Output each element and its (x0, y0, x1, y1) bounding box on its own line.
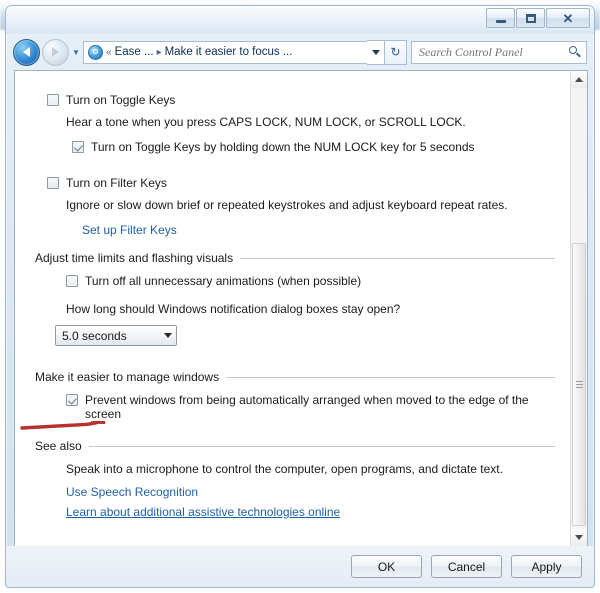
apply-button[interactable]: Apply (511, 555, 582, 578)
search-icon (568, 45, 582, 59)
toggle-keys-description: Hear a tone when you press CAPS LOCK, NU… (66, 115, 466, 129)
prevent-arrange-label: Prevent windows from being automatically… (85, 393, 529, 421)
address-bar[interactable]: « Ease ... ▸ Make it easier to focus ... (83, 40, 367, 64)
toggle-keys-numlock-row[interactable]: Turn on Toggle Keys by holding down the … (72, 140, 559, 154)
ok-button[interactable]: OK (351, 555, 422, 578)
breadcrumb-overflow-icon[interactable]: « (103, 47, 115, 58)
chevron-down-icon (575, 535, 583, 540)
scrollbar-grip-icon (576, 380, 583, 389)
assistive-technologies-link[interactable]: Learn about additional assistive technol… (66, 505, 340, 519)
title-bar: ✕ (6, 6, 594, 34)
see-also-section-header: See also (35, 439, 559, 453)
breadcrumb-item-current[interactable]: Make it easier to focus ... (165, 46, 293, 58)
setup-filter-keys-row: Set up Filter Keys (82, 223, 559, 237)
close-icon: ✕ (562, 10, 574, 26)
manage-windows-heading: Make it easier to manage windows (35, 370, 220, 384)
animations-checkbox[interactable] (66, 275, 78, 287)
time-limits-heading: Adjust time limits and flashing visuals (35, 251, 234, 265)
filter-keys-description: Ignore or slow down brief or repeated ke… (66, 198, 508, 212)
maximize-button[interactable] (516, 8, 545, 28)
cancel-button[interactable]: Cancel (431, 555, 502, 578)
prevent-arrange-checkbox[interactable] (66, 394, 78, 406)
section-divider (88, 445, 555, 447)
dialog-button-bar: OK Cancel Apply (6, 546, 594, 587)
notification-duration-question: How long should Windows notification dia… (66, 302, 401, 316)
forward-button[interactable] (42, 38, 69, 66)
window-controls: ✕ (486, 8, 590, 28)
animations-row[interactable]: Turn off all unnecessary animations (whe… (66, 274, 559, 288)
toggle-keys-label: Turn on Toggle Keys (66, 93, 176, 107)
address-bar-dropdown-button[interactable] (367, 39, 384, 65)
breadcrumb-separator-icon[interactable]: ▸ (154, 47, 165, 58)
notification-duration-select[interactable]: 5.0 seconds (55, 325, 177, 346)
back-arrow-icon (23, 47, 30, 57)
section-divider (226, 376, 555, 378)
search-input[interactable] (419, 44, 568, 60)
toggle-keys-numlock-checkbox[interactable] (72, 141, 84, 153)
toggle-keys-checkbox[interactable] (47, 94, 59, 106)
maximize-icon (525, 13, 536, 23)
filter-keys-row[interactable]: Turn on Filter Keys (47, 176, 559, 190)
refresh-icon: ↻ (390, 45, 401, 59)
vertical-scrollbar[interactable] (570, 71, 587, 546)
scrollbar-thumb[interactable] (572, 243, 586, 526)
chevron-down-icon (164, 333, 172, 338)
forward-arrow-icon (52, 47, 59, 57)
toggle-keys-numlock-label: Turn on Toggle Keys by holding down the … (91, 140, 475, 154)
prevent-arrange-row[interactable]: Prevent windows from being automatically… (66, 393, 559, 421)
animations-label: Turn off all unnecessary animations (whe… (85, 274, 362, 288)
recent-pages-dropdown[interactable]: ▼ (69, 48, 83, 57)
chevron-up-icon (575, 77, 583, 82)
assistive-tech-row: Learn about additional assistive technol… (66, 505, 559, 519)
use-speech-recognition-link[interactable]: Use Speech Recognition (66, 485, 198, 499)
filter-keys-label: Turn on Filter Keys (66, 176, 167, 190)
filter-keys-checkbox[interactable] (47, 177, 59, 189)
breadcrumb-item-ease-of-access[interactable]: Ease ... (115, 46, 154, 58)
toggle-keys-row[interactable]: Turn on Toggle Keys (47, 93, 559, 107)
minimize-icon (495, 19, 506, 23)
notification-duration-value: 5.0 seconds (62, 328, 127, 343)
section-divider (240, 257, 555, 259)
see-also-heading: See also (35, 439, 82, 453)
settings-list: Turn on Toggle Keys Hear a tone when you… (15, 71, 571, 546)
minimize-button[interactable] (486, 8, 515, 28)
speech-recognition-row: Use Speech Recognition (66, 485, 559, 499)
setup-filter-keys-link[interactable]: Set up Filter Keys (82, 223, 177, 237)
control-panel-icon (88, 44, 103, 60)
navigation-bar: ▼ « Ease ... ▸ Make it easier to focus .… (6, 34, 594, 70)
settings-content-pane: Turn on Toggle Keys Hear a tone when you… (14, 70, 588, 547)
close-button[interactable]: ✕ (546, 8, 590, 28)
scroll-down-button[interactable] (571, 529, 587, 546)
search-box[interactable] (411, 40, 587, 64)
manage-windows-section-header: Make it easier to manage windows (35, 370, 559, 384)
control-panel-window: ✕ ▼ « Ease ... ▸ Make it easier to focus… (5, 5, 595, 588)
refresh-button[interactable]: ↻ (384, 39, 407, 65)
time-limits-section-header: Adjust time limits and flashing visuals (35, 251, 559, 265)
see-also-description: Speak into a microphone to control the c… (66, 462, 503, 476)
scroll-up-button[interactable] (571, 71, 587, 88)
back-button[interactable] (13, 38, 40, 66)
chevron-down-icon (371, 49, 380, 55)
